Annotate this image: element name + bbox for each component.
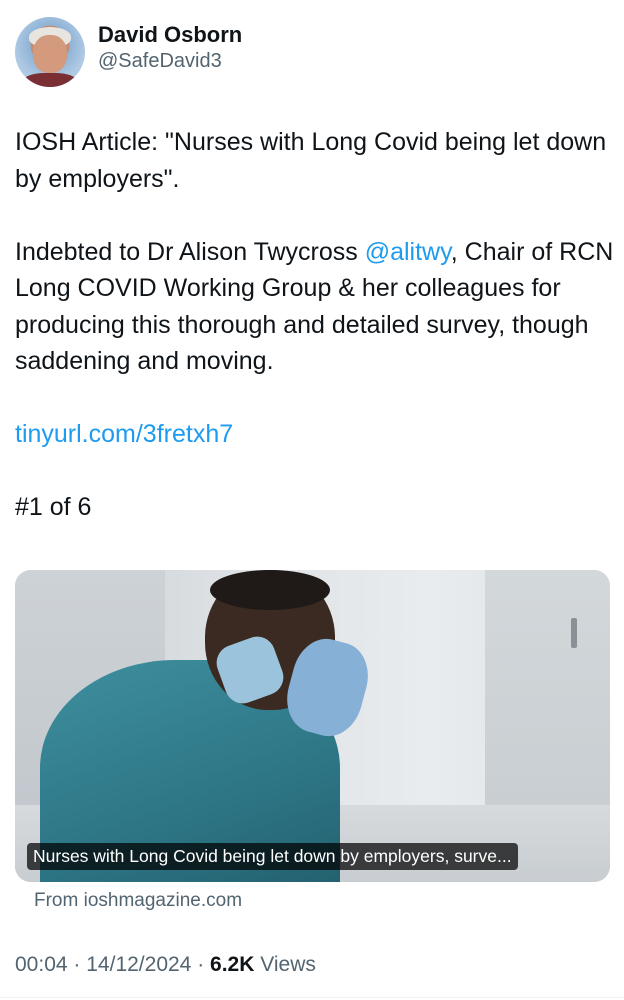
tweet-time[interactable]: 00:04 <box>15 953 68 976</box>
meta-separator: · <box>73 953 81 976</box>
tweet-paragraph-2-start: Indebted to Dr Alison Twycross <box>15 237 365 266</box>
card-source[interactable]: From ioshmagazine.com <box>34 890 242 912</box>
meta-separator-2: · <box>197 953 205 976</box>
tweet-url: tinyurl.com/3fretxh7 <box>15 416 615 453</box>
author-names: David Osborn @SafeDavid3 <box>98 22 242 74</box>
tweet-date[interactable]: 14/12/2024 <box>86 953 191 976</box>
card-caption: Nurses with Long Covid being let down by… <box>27 843 518 870</box>
article-link[interactable]: tinyurl.com/3fretxh7 <box>15 420 233 448</box>
avatar-face <box>33 35 67 73</box>
tweet-header: David Osborn @SafeDavid3 <box>15 17 242 87</box>
link-preview-card[interactable]: Nurses with Long Covid being let down by… <box>15 570 610 882</box>
avatar[interactable] <box>15 17 85 87</box>
views-label: Views <box>260 953 316 976</box>
views-count[interactable]: 6.2K <box>210 953 254 976</box>
thread-count: #1 of 6 <box>15 493 92 521</box>
mention-link[interactable]: @alitwy <box>365 238 451 266</box>
tweet-meta: 00:04 · 14/12/2024 · 6.2K Views <box>15 953 316 977</box>
tweet-paragraph-2: Indebted to Dr Alison Twycross @alitwy, … <box>15 234 615 380</box>
avatar-shirt <box>23 73 77 87</box>
tweet-paragraph-1: IOSH Article: "Nurses with Long Covid be… <box>15 128 607 193</box>
divider <box>0 997 624 998</box>
author-display-name[interactable]: David Osborn <box>98 22 242 48</box>
author-handle[interactable]: @SafeDavid3 <box>98 48 242 74</box>
tweet-text: IOSH Article: "Nurses with Long Covid be… <box>15 124 615 526</box>
card-image-nurse-cap <box>210 570 330 610</box>
card-image-door-handle <box>571 618 577 648</box>
